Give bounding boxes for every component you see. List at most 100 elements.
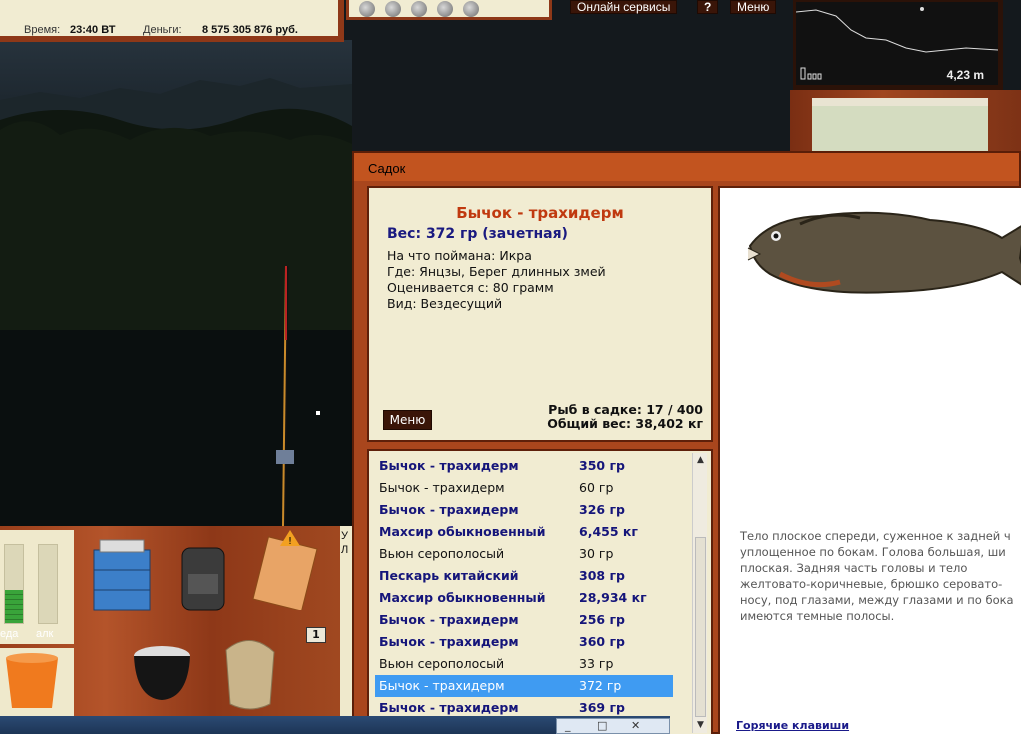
side-label: Л [341,544,349,556]
fish-row[interactable]: Махсир обыкновенный 6,455 кг [375,521,673,543]
bucket-icon [6,653,58,708]
alc-label: алк [36,628,54,640]
fish-row-name: Махсир обыкновенный [379,524,546,539]
fish-row-name: Вьюн серополосый [379,656,505,671]
fish-row-name: Пескарь китайский [379,568,519,583]
hooks-bar [346,0,552,20]
scroll-down-icon[interactable]: ▼ [693,718,708,733]
fish-row[interactable]: Бычок - трахидерм 256 гр [375,609,673,631]
fish-row-weight: 350 гр [579,458,625,473]
count-badge: 1 [306,627,326,643]
fishing-scene[interactable] [0,40,352,526]
fish-row[interactable]: Вьюн серополосый 33 гр [375,653,673,675]
depth-distance: 4,23 m [946,68,984,82]
fish-row-weight: 30 гр [579,546,614,561]
notebook-icon[interactable]: ! [252,530,322,610]
time-value: 23:40 ВТ [70,24,116,36]
fish-row-weight: 6,455 кг [579,524,638,539]
fish-name: Бычок - трахидерм [456,204,624,222]
description-line: уплощенное по бокам. Голова большая, ши [740,545,1006,559]
fish-row-weight: 28,934 кг [579,590,647,605]
fish-row-name: Бычок - трахидерм [379,502,519,517]
fish-weight: Вес: 372 гр (зачетная) [387,226,568,242]
description-line: желтовато-коричневые, брюшко серовато- [740,577,1003,591]
time-label: Время: [24,24,61,36]
online-services-button[interactable]: Онлайн сервисы [570,0,678,14]
fish-row-weight: 372 гр [579,678,622,693]
fish-row[interactable]: Бычок - трахидерм 326 гр [375,499,673,521]
tackle-box-icon[interactable] [90,536,154,612]
fish-row-weight: 326 гр [579,502,625,517]
close-button[interactable]: ✕ [631,719,640,732]
backpack-icon[interactable] [176,538,230,614]
description-line: плоская. Задняя часть головы и тело [740,561,968,575]
minimize-button[interactable]: _ [565,719,571,732]
fish-row-weight: 308 гр [579,568,625,583]
fish-row-weight: 360 гр [579,634,625,649]
valued-from: Оценивается с: 80 грамм [387,280,554,295]
hook-icon[interactable] [385,1,401,17]
fish-description-panel: Тело плоское спереди, суженное к задней … [718,186,1021,734]
fish-description: Тело плоское спереди, суженное к задней … [740,528,1021,624]
sadok-window: Садок Бычок - трахидерм Вес: 372 гр (зач… [352,151,1021,734]
total-weight: Общий вес: 38,402 кг [547,416,703,431]
fish-image [747,211,1021,294]
fish-row-name: Бычок - трахидерм [379,634,519,649]
fish-count: Рыб в садке: 17 / 400 [548,402,703,417]
fish-row-name: Бычок - трахидерм [379,678,505,693]
maximize-button[interactable]: □ [597,719,607,732]
side-strip: У Л [340,526,352,716]
hook-icon[interactable] [463,1,479,17]
status-bar: Время: 23:40 ВТ Деньги: 8 575 305 876 ру… [0,0,344,42]
hook-icon[interactable] [411,1,427,17]
fish-kind: Вид: Вездесущий [387,296,503,311]
stats-panel: еда алк [0,530,74,644]
fish-row-name: Махсир обыкновенный [379,590,546,605]
hotkeys-link[interactable]: Горячие клавиши [736,719,849,732]
help-button[interactable]: ? [697,0,719,14]
money-label: Деньги: [143,24,182,36]
echo-sounder: 4,23 m [793,0,1003,90]
fish-row-weight: 60 гр [579,480,614,495]
fish-row-name: Бычок - трахидерм [379,612,519,627]
fish-info-panel: Бычок - трахидерм Вес: 372 гр (зачетная)… [367,186,713,442]
fish-row[interactable]: Вьюн серополосый 30 гр [375,543,673,565]
menu-button[interactable]: Меню [730,0,777,14]
scroll-up-icon[interactable]: ▲ [693,453,708,468]
fish-row[interactable]: Бычок - трахидерм 360 гр [375,631,673,653]
fish-menu-button[interactable]: Меню [383,410,432,430]
fish-row-weight: 33 гр [579,656,614,671]
pot-icon[interactable] [130,626,194,702]
inventory-panel: еда алк ! 1 [0,526,352,734]
bucket-slot[interactable] [0,648,74,716]
net-bag-icon[interactable] [216,630,284,714]
food-label: еда [0,628,19,640]
fish-list[interactable]: Бычок - трахидерм 350 гр Бычок - трахидерм… [367,449,713,734]
fish-row[interactable]: Бычок - трахидерм 350 гр [375,455,673,477]
alc-bar [38,544,58,624]
description-line: носу, под глазами, между глазами и по бо… [740,593,1014,607]
side-label: У [341,530,348,542]
money-value: 8 575 305 876 руб. [202,24,298,36]
fish-row-selected[interactable]: Бычок - трахидерм 372 гр [375,675,673,697]
fish-row-weight: 256 гр [579,612,625,627]
fish-row-name: Вьюн серополосый [379,546,505,561]
window-title: Садок [354,153,1019,181]
hook-icon[interactable] [437,1,453,17]
fish-row-name: Бычок - трахидерм [379,480,505,495]
map-icon[interactable] [812,98,988,152]
description-line: имеются темные полосы. [740,609,895,623]
hook-icon[interactable] [359,1,375,17]
scroll-thumb[interactable] [695,537,706,717]
fish-row[interactable]: Махсир обыкновенный 28,934 кг [375,587,673,609]
description-line: Тело плоское спереди, суженное к задней … [740,529,1011,543]
caught-where: Где: Янцзы, Берег длинных змей [387,264,606,279]
fish-row[interactable]: Пескарь китайский 308 гр [375,565,673,587]
list-scrollbar[interactable]: ▲ ▼ [692,453,707,733]
fish-row[interactable]: Бычок - трахидерм 60 гр [375,477,673,499]
svg-text:!: ! [288,536,292,547]
window-controls: _ □ ✕ [556,718,670,734]
echo-screen: 4,23 m [795,2,999,85]
caught-on: На что поймана: Икра [387,248,532,263]
status-panel: Время: 23:40 ВТ Деньги: 8 575 305 876 ру… [0,0,338,36]
